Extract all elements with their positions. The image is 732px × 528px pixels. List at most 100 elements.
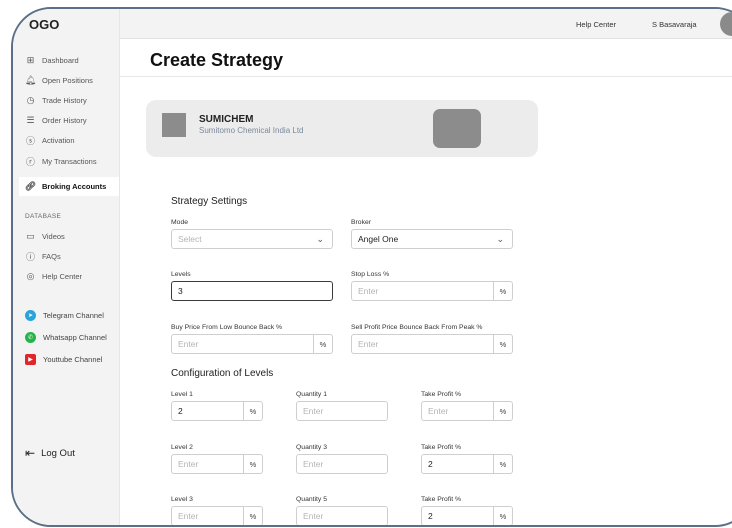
percent-suffix: % <box>493 507 512 525</box>
sidebar-item-label: Activation <box>42 136 75 145</box>
levels-value: 3 <box>178 286 183 296</box>
level-3-input[interactable]: Enter % <box>171 506 263 525</box>
sidebar-item-activation[interactable]: ⓢ Activation <box>25 135 75 146</box>
mode-select[interactable]: Select ⌄ <box>171 229 333 249</box>
channel-label: Telegram Channel <box>43 311 104 320</box>
header-help-center-link[interactable]: Help Center <box>576 20 616 29</box>
configuration-heading: Configuration of Levels <box>171 368 274 379</box>
take-profit-1-input[interactable]: Enter % <box>421 401 513 421</box>
stock-image <box>433 109 481 148</box>
percent-suffix: % <box>243 455 262 473</box>
take-profit-1-label: Take Profit % <box>421 391 462 398</box>
sidebar-item-help-center[interactable]: ◎ Help Center <box>25 271 82 282</box>
dollar-circle-icon: ⓢ <box>25 136 35 146</box>
quantity-3-label: Quantity 3 <box>296 444 327 451</box>
stock-card: SUMICHEM Sumitomo Chemical India Ltd <box>146 100 538 157</box>
level-1-value: 2 <box>178 406 183 416</box>
support-icon: ◎ <box>26 271 35 281</box>
percent-suffix: % <box>493 402 512 420</box>
top-bar <box>120 9 732 39</box>
sidebar-item-label: FAQs <box>42 252 61 261</box>
level-3-placeholder: Enter <box>178 511 199 521</box>
sidebar-item-broking-accounts[interactable]: 🔗︎ Broking Accounts <box>25 181 107 192</box>
percent-suffix: % <box>493 455 512 473</box>
stop-loss-input[interactable]: Enter % <box>351 281 513 301</box>
stop-loss-label: Stop Loss % <box>351 271 390 278</box>
sidebar-item-label: Trade History <box>42 96 87 105</box>
mode-placeholder: Select <box>178 234 202 244</box>
buy-price-input[interactable]: Enter % <box>171 334 333 354</box>
mode-label: Mode <box>171 219 189 226</box>
take-profit-3-label: Take Profit % <box>421 496 462 503</box>
sidebar-item-order-history[interactable]: ☰ Order History <box>25 115 87 126</box>
sidebar-item-open-positions[interactable]: 🔔︎ Open Positions <box>25 75 93 86</box>
percent-suffix: % <box>243 402 262 420</box>
chevron-down-icon: ⌄ <box>496 234 504 244</box>
telegram-icon: ➤ <box>25 310 36 321</box>
question-icon: ⓘ <box>25 252 35 262</box>
sidebar-item-trade-history[interactable]: ◷ Trade History <box>25 95 87 106</box>
quantity-3-input[interactable]: Enter <box>296 454 388 474</box>
broker-value: Angel One <box>358 234 399 244</box>
strategy-settings-heading: Strategy Settings <box>171 196 248 207</box>
whatsapp-channel-link[interactable]: ✆ Whatsapp Channel <box>25 332 107 343</box>
percent-suffix: % <box>313 335 332 353</box>
channel-label: Whatsapp Channel <box>43 333 107 342</box>
buy-price-placeholder: Enter <box>178 339 199 349</box>
levels-label: Levels <box>171 271 191 278</box>
sidebar-item-label: Broking Accounts <box>42 182 107 191</box>
database-section-label: DATABASE <box>25 213 62 220</box>
sidebar-item-label: Dashboard <box>42 56 79 65</box>
take-profit-1-placeholder: Enter <box>428 406 449 416</box>
take-profit-3-input[interactable]: 2 % <box>421 506 513 525</box>
youtube-channel-link[interactable]: ▶ Youttube Channel <box>25 354 102 365</box>
channel-label: Youttube Channel <box>43 355 103 364</box>
take-profit-2-value: 2 <box>428 459 433 469</box>
chevron-down-icon: ⌄ <box>316 234 324 244</box>
whatsapp-icon: ✆ <box>25 332 36 343</box>
level-3-label: Level 3 <box>171 496 193 503</box>
take-profit-2-input[interactable]: 2 % <box>421 454 513 474</box>
level-1-input[interactable]: 2 % <box>171 401 263 421</box>
logout-label: Log Out <box>41 447 75 459</box>
bell-icon: 🔔︎ <box>24 75 37 85</box>
sidebar-item-faqs[interactable]: ⓘ FAQs <box>25 251 61 262</box>
percent-suffix: % <box>243 507 262 525</box>
percent-suffix: % <box>493 282 512 300</box>
page-title: Create Strategy <box>150 50 284 70</box>
telegram-channel-link[interactable]: ➤ Telegram Channel <box>25 310 104 321</box>
buy-price-label: Buy Price From Low Bounce Back % <box>171 324 283 331</box>
stock-logo <box>162 113 186 137</box>
take-profit-2-label: Take Profit % <box>421 444 462 451</box>
sidebar-item-my-transactions[interactable]: ⓡ My Transactions <box>25 156 97 167</box>
sidebar-item-label: Videos <box>42 232 65 241</box>
sell-profit-input[interactable]: Enter % <box>351 334 513 354</box>
logout-button[interactable]: ⇤ Log Out <box>25 446 75 460</box>
sell-profit-placeholder: Enter <box>358 339 379 349</box>
list-icon: ☰ <box>26 115 35 125</box>
quantity-5-input[interactable]: Enter <box>296 506 388 525</box>
sidebar-item-label: Open Positions <box>42 76 93 85</box>
quantity-1-label: Quantity 1 <box>296 391 327 398</box>
quantity-5-placeholder: Enter <box>303 511 324 521</box>
broker-select[interactable]: Angel One ⌄ <box>351 229 513 249</box>
app-frame: OGO ⊞ Dashboard 🔔︎ Open Positions ◷ Trad… <box>11 7 732 527</box>
levels-input[interactable]: 3 <box>171 281 333 301</box>
stop-loss-placeholder: Enter <box>358 286 379 296</box>
level-2-label: Level 2 <box>171 444 193 451</box>
take-profit-3-value: 2 <box>428 511 433 521</box>
sidebar-item-label: My Transactions <box>42 157 97 166</box>
logout-icon: ⇤ <box>25 446 36 460</box>
broker-label: Broker <box>351 219 372 226</box>
level-2-input[interactable]: Enter % <box>171 454 263 474</box>
quantity-1-placeholder: Enter <box>303 406 324 416</box>
quantity-3-placeholder: Enter <box>303 459 324 469</box>
sidebar-item-label: Order History <box>42 116 87 125</box>
title-divider <box>120 76 732 77</box>
youtube-icon: ▶ <box>25 354 36 365</box>
dashboard-icon: ⊞ <box>26 55 35 65</box>
rupee-circle-icon: ⓡ <box>25 157 35 167</box>
sidebar-item-videos[interactable]: ▭ Videos <box>25 231 65 242</box>
quantity-1-input[interactable]: Enter <box>296 401 388 421</box>
sidebar-item-dashboard[interactable]: ⊞ Dashboard <box>25 55 79 66</box>
